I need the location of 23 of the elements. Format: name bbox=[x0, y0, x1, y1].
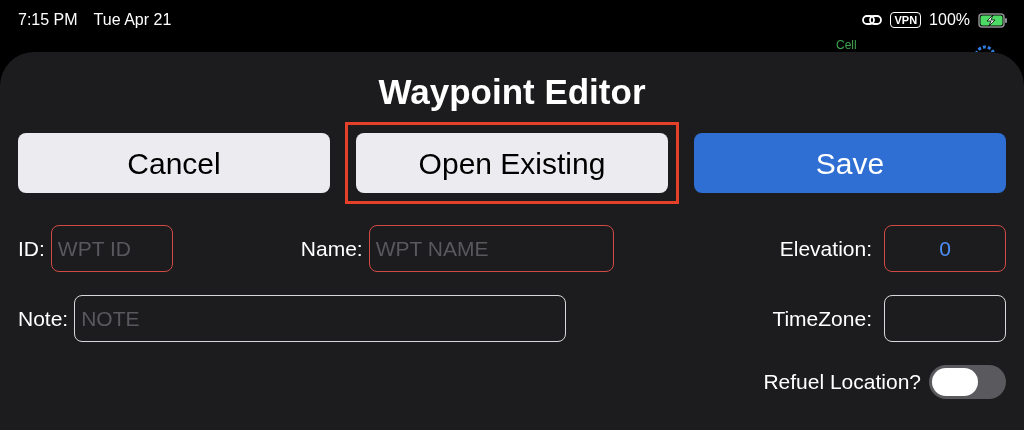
sheet-title: Waypoint Editor bbox=[377, 74, 647, 109]
timezone-field[interactable] bbox=[884, 295, 1006, 342]
cell-label: Cell bbox=[836, 37, 857, 54]
elevation-field[interactable]: 0 bbox=[884, 225, 1006, 272]
cancel-button[interactable]: Cancel bbox=[18, 133, 330, 193]
status-date: Tue Apr 21 bbox=[93, 10, 172, 30]
note-label: Note: bbox=[18, 305, 69, 332]
name-label: Name: bbox=[300, 235, 363, 262]
status-time: 7:15 PM bbox=[18, 10, 78, 30]
refuel-toggle[interactable] bbox=[929, 365, 1006, 399]
save-button[interactable]: Save bbox=[694, 133, 1006, 193]
name-field[interactable]: WPT NAME bbox=[368, 225, 614, 272]
battery-icon bbox=[978, 12, 1008, 28]
battery-percent: 100% bbox=[929, 10, 970, 30]
id-field[interactable]: WPT ID bbox=[50, 225, 173, 272]
open-button[interactable]: Open Existing bbox=[356, 133, 668, 193]
elevation-label: Elevation: bbox=[779, 235, 872, 262]
id-label: ID: bbox=[18, 235, 45, 262]
note-field[interactable]: NOTE bbox=[74, 295, 567, 342]
timezone-label: TimeZone: bbox=[772, 305, 872, 332]
refuel-label: Refuel Location? bbox=[763, 369, 921, 396]
vpn-indicator: VPN bbox=[890, 12, 922, 28]
link-icon bbox=[862, 14, 883, 26]
